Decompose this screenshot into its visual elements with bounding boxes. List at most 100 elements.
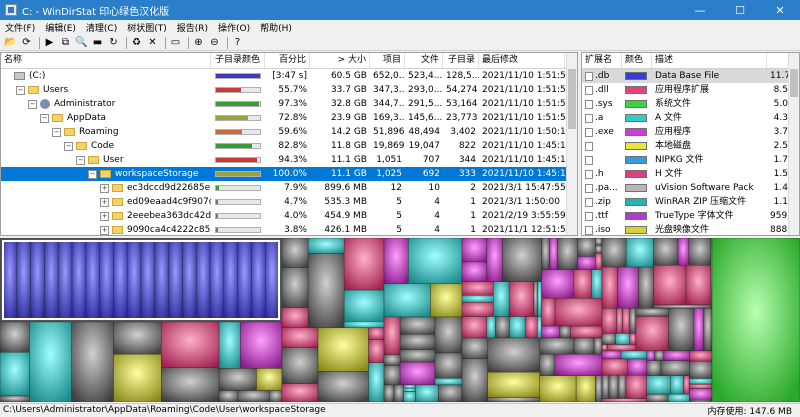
treemap-cell[interactable]: [393, 384, 405, 402]
treemap-cell[interactable]: [30, 240, 45, 320]
expand-icon[interactable]: +: [100, 211, 109, 221]
treemap-cell[interactable]: [113, 240, 128, 320]
tree-col-header[interactable]: 子目录: [443, 53, 479, 68]
treemap-cell[interactable]: [554, 354, 603, 376]
extension-row[interactable]: .a A 文件 4.3: [582, 111, 799, 125]
collapse-icon[interactable]: −: [52, 127, 61, 137]
tree-row[interactable]: − Roaming 59.6% 14.2 GB 51,896 48,494 3,402 202…: [1, 125, 577, 139]
tree-col-header[interactable]: 子目录颜色: [211, 53, 265, 68]
treemap-cell[interactable]: [415, 384, 439, 402]
menu-item-3[interactable]: 树状图(T): [122, 21, 172, 34]
treemap-cell[interactable]: [2, 240, 18, 320]
treemap-cell[interactable]: [622, 308, 631, 334]
tree-row[interactable]: − Users 55.7% 33.7 GB 347,3... 293,0... 54,274…: [1, 83, 577, 97]
treemap-cell[interactable]: [408, 238, 463, 285]
treemap-cell[interactable]: [161, 367, 220, 402]
treemap-cell[interactable]: [683, 375, 690, 395]
treemap-cell[interactable]: [307, 253, 345, 329]
treemap-cell[interactable]: [541, 269, 574, 299]
menu-item-6[interactable]: 帮助(H): [255, 21, 297, 34]
treemap-cell[interactable]: [461, 358, 489, 402]
treemap-cell[interactable]: [383, 365, 401, 386]
play-icon[interactable]: ▶: [43, 36, 56, 49]
treemap-cell[interactable]: [653, 304, 712, 309]
extension-row[interactable]: 本地磁盘 2.5: [582, 139, 799, 153]
treemap-cell[interactable]: [486, 238, 503, 282]
expand-icon[interactable]: +: [100, 225, 109, 235]
treemap-cell[interactable]: [689, 350, 713, 362]
treemap-cell[interactable]: [668, 308, 695, 352]
tree-row[interactable]: +2eeebea363dc42d92... 4.0% 454.9 MB 5 4 1 2021…: [1, 209, 577, 223]
treemap-cell[interactable]: [140, 240, 156, 320]
treemap-cell[interactable]: [593, 337, 603, 355]
treemap-cell[interactable]: [537, 316, 542, 339]
treemap-cell[interactable]: [182, 240, 197, 320]
directory-tree[interactable]: 名称 子目录颜色 百分比 > 大小 项目 文件 子目录 最后修改 (C:) [3:47 s] 60…: [0, 52, 578, 236]
treemap-cell[interactable]: [368, 327, 385, 340]
menu-item-1[interactable]: 编辑(E): [40, 21, 81, 34]
treemap-cell[interactable]: [251, 240, 266, 320]
treemap-cell[interactable]: [688, 238, 712, 266]
treemap-cell[interactable]: [557, 238, 578, 270]
treemap-cell[interactable]: [461, 337, 489, 360]
treemap-cell[interactable]: [430, 283, 463, 318]
copy-icon[interactable]: ⧉: [59, 36, 72, 49]
treemap-cell[interactable]: [541, 325, 560, 339]
explorer-icon[interactable]: 🔍: [75, 36, 88, 49]
tree-row[interactable]: + ec3dccd9d22685eb0... 7.9% 899.6 MB 12 10 2 20…: [1, 181, 577, 195]
treemap-cell[interactable]: [281, 347, 319, 384]
treemap[interactable]: [0, 238, 800, 402]
maximize-button[interactable]: ☐: [720, 0, 760, 20]
treemap-cell[interactable]: [660, 360, 690, 377]
menu-item-0[interactable]: 文件(F): [0, 21, 40, 34]
refresh-icon[interactable]: ⟳: [20, 36, 33, 49]
recycle-icon[interactable]: ♻: [130, 36, 143, 49]
treemap-cell[interactable]: [438, 384, 463, 402]
treemap-block-sys[interactable]: [711, 238, 800, 402]
treemap-cell[interactable]: [237, 390, 270, 402]
treemap-cell[interactable]: [486, 316, 496, 339]
treemap-cell[interactable]: [461, 281, 494, 296]
treemap-cell[interactable]: [689, 383, 713, 389]
minimize-button[interactable]: —: [680, 0, 720, 20]
treemap-cell[interactable]: [403, 391, 416, 402]
treemap-cell[interactable]: [0, 321, 30, 353]
treemap-cell[interactable]: [625, 238, 654, 268]
treemap-cell[interactable]: [670, 375, 684, 395]
treemap-cell[interactable]: [307, 238, 345, 254]
extension-row[interactable]: .exe 应用程序 3.7: [582, 125, 799, 139]
tree-col-header[interactable]: 名称: [1, 53, 211, 68]
treemap-cell[interactable]: [646, 375, 671, 395]
extension-list[interactable]: 扩展名 颜色 描述 .db Data Base File 11.7 .dll 应用程序扩展 8…: [581, 52, 800, 236]
treemap-cell[interactable]: [237, 240, 252, 320]
treemap-cell[interactable]: [635, 316, 669, 352]
treemap-cell[interactable]: [368, 339, 385, 364]
treemap-cell[interactable]: [617, 266, 639, 309]
collapse-icon[interactable]: −: [88, 169, 97, 179]
tree-row[interactable]: − Administrator 97.3% 32.8 GB 344,7... 291,5.…: [1, 97, 577, 111]
new-folder-icon[interactable]: ▭: [169, 36, 182, 49]
treemap-cell[interactable]: [399, 349, 436, 363]
treemap-cell[interactable]: [573, 337, 595, 355]
treemap-cell[interactable]: [653, 238, 679, 266]
collapse-icon[interactable]: −: [16, 85, 25, 95]
treemap-cell[interactable]: [265, 240, 280, 320]
treemap-cell[interactable]: [240, 321, 283, 369]
treemap-cell[interactable]: [403, 384, 416, 389]
treemap-cell[interactable]: [595, 375, 603, 402]
treemap-cell[interactable]: [617, 374, 627, 399]
extension-row[interactable]: .h H 文件 1.5: [582, 167, 799, 181]
extension-row[interactable]: .db Data Base File 11.7: [582, 69, 799, 83]
treemap-cell[interactable]: [685, 265, 712, 306]
treemap-cell[interactable]: [487, 396, 540, 402]
treemap-cell[interactable]: [601, 374, 610, 399]
treemap-cell[interactable]: [461, 302, 494, 317]
treemap-cell[interactable]: [667, 393, 690, 402]
menu-item-5[interactable]: 操作(O): [213, 21, 255, 34]
treemap-cell[interactable]: [508, 281, 534, 317]
treemap-cell[interactable]: [549, 238, 558, 270]
treemap-cell[interactable]: [209, 240, 225, 320]
treemap-cell[interactable]: [541, 298, 556, 327]
treemap-cell[interactable]: [591, 269, 603, 299]
treemap-cell[interactable]: [509, 316, 526, 339]
